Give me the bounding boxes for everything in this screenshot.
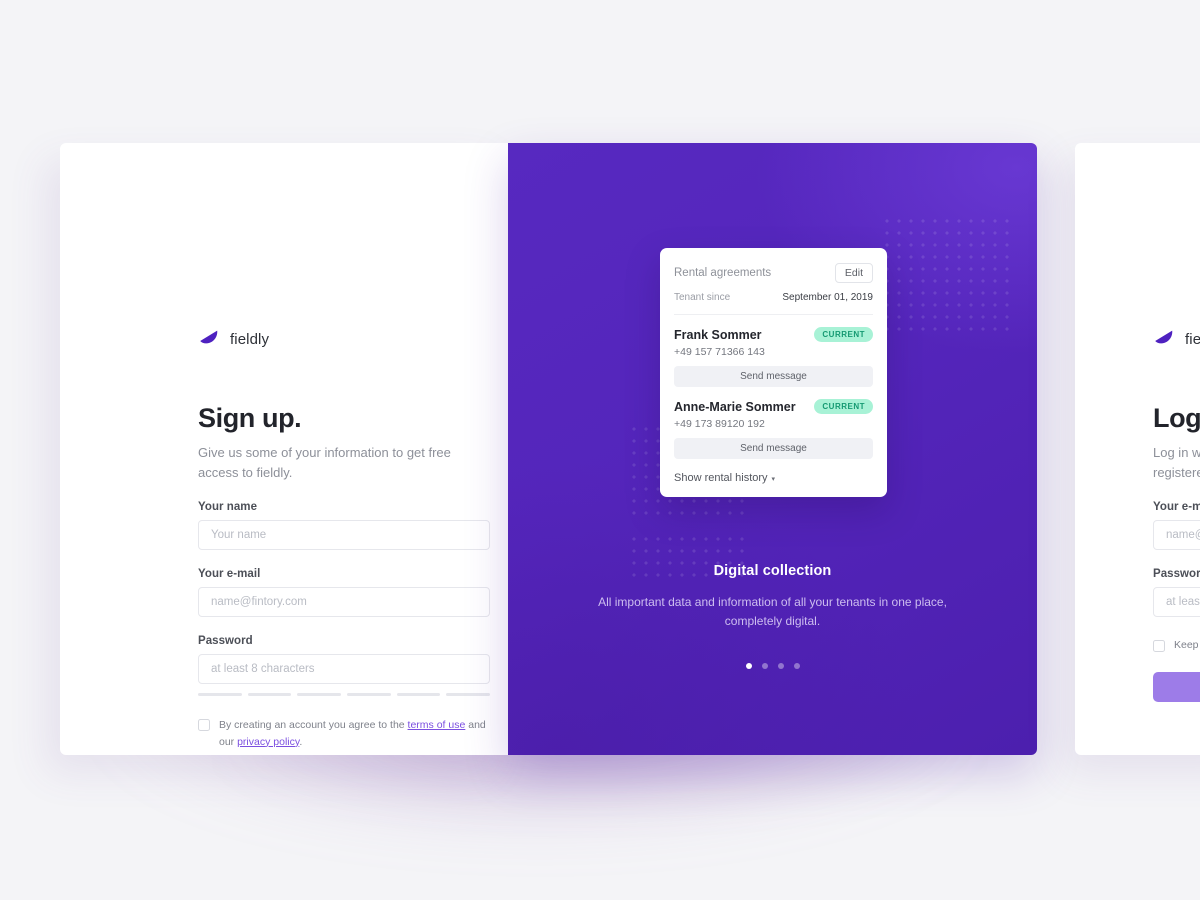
name-input[interactable] <box>198 520 490 550</box>
login-email-input[interactable] <box>1153 520 1200 550</box>
promo-panel: Rental agreements Edit Tenant since Sept… <box>508 143 1037 755</box>
card-title: Rental agreements <box>674 267 772 279</box>
terms-text: By creating an account you agree to the … <box>219 717 488 751</box>
strength-segment <box>347 693 391 696</box>
status-badge: CURRENT <box>814 399 873 414</box>
brand-name: fieldly <box>230 330 270 348</box>
carousel-dot-2[interactable] <box>761 663 768 669</box>
tenant-name: Anne-Marie Sommer <box>674 399 796 414</box>
field-password: Password <box>198 635 491 696</box>
login-password-label: Password <box>1153 568 1200 580</box>
tenant-entry: Frank Sommer CURRENT +49 157 71366 143 S… <box>674 327 873 387</box>
name-label: Your name <box>198 501 258 513</box>
login-email-label: Your e-mail <box>1153 501 1200 513</box>
terms-row: By creating an account you agree to the … <box>198 717 488 751</box>
chevron-down-icon: ▾ <box>771 476 776 483</box>
tenant-since-label: Tenant since <box>674 292 731 303</box>
login-brand-logo: fieldly <box>1154 329 1200 349</box>
login-page-subtitle: Log in with your registered <box>1153 445 1200 481</box>
field-email: Your e-mail <box>198 568 490 617</box>
password-input[interactable] <box>198 654 490 684</box>
carousel-dot-4[interactable] <box>793 663 800 669</box>
strength-segment <box>396 693 441 696</box>
fieldly-leaf-icon <box>199 329 219 349</box>
signup-panel: fieldly Sign up. Give us some of your in… <box>60 143 508 755</box>
card-header: Rental agreements Edit <box>674 263 873 283</box>
login-field-password: Password <box>1153 568 1200 617</box>
keep-logged-in-checkbox[interactable] <box>1153 640 1165 652</box>
privacy-policy-link[interactable]: privacy policy <box>237 736 299 748</box>
tenant-since-row: Tenant since September 01, 2019 <box>674 292 873 315</box>
strength-segment <box>198 693 242 696</box>
strength-segment <box>297 693 342 696</box>
keep-logged-in-label: Keep me logged in <box>1174 639 1200 651</box>
send-message-button[interactable]: Send message <box>674 438 873 459</box>
login-password-input[interactable] <box>1153 587 1200 617</box>
tenant-name: Frank Sommer <box>674 327 762 342</box>
terms-checkbox[interactable] <box>198 719 210 731</box>
signup-form: Your name Your e-mail Password <box>198 501 491 755</box>
keep-logged-in-row: Keep me logged in <box>1153 638 1200 652</box>
dot-pattern-top-right <box>881 215 1013 335</box>
password-strength-meter <box>198 693 491 696</box>
show-rental-history-label: Show rental history <box>674 472 768 484</box>
brand-logo: fieldly <box>199 329 269 349</box>
tenant-phone: +49 173 89120 192 <box>674 418 765 430</box>
status-badge: CURRENT <box>814 327 873 342</box>
page-title: Sign up. <box>198 403 302 433</box>
tenant-name-row: Frank Sommer CURRENT <box>674 327 873 342</box>
send-message-button[interactable]: Send message <box>674 366 873 387</box>
terms-text-after: . <box>299 735 303 748</box>
terms-of-use-link[interactable]: terms of use <box>408 719 466 731</box>
show-rental-history-toggle[interactable]: Show rental history ▾ <box>674 472 873 484</box>
carousel-dots <box>508 663 1037 669</box>
login-form: Your e-mail Password Keep me logged in L… <box>1153 501 1200 702</box>
rental-agreements-card: Rental agreements Edit Tenant since Sept… <box>660 248 887 497</box>
page-subtitle: Give us some of your information to get … <box>198 445 451 481</box>
tenant-phone: +49 157 71366 143 <box>674 346 765 358</box>
email-label: Your e-mail <box>198 568 261 580</box>
promo-paragraph: All important data and information of al… <box>598 595 947 629</box>
login-panel: fieldly Log in. Log in with your registe… <box>1075 143 1200 755</box>
strength-segment <box>446 693 491 696</box>
field-name: Your name <box>198 501 490 550</box>
terms-text-before: By creating an account you agree to the <box>219 719 408 731</box>
login-page-title: Log in. <box>1153 403 1200 433</box>
password-label: Password <box>198 635 253 647</box>
tenant-name-row: Anne-Marie Sommer CURRENT <box>674 399 873 414</box>
login-submit-button[interactable]: Log in <box>1153 672 1200 702</box>
tenant-since-value: September 01, 2019 <box>782 292 873 303</box>
login-field-email: Your e-mail <box>1153 501 1200 550</box>
edit-button[interactable]: Edit <box>834 263 873 283</box>
promo-heading: Digital collection <box>713 563 832 579</box>
strength-segment <box>247 693 292 696</box>
screen-stage: fieldly Sign up. Give us some of your in… <box>0 0 1200 900</box>
login-brand-name: fieldly <box>1185 330 1200 348</box>
email-input[interactable] <box>198 587 490 617</box>
carousel-dot-3[interactable] <box>777 663 784 669</box>
tenant-entry: Anne-Marie Sommer CURRENT +49 173 89120 … <box>674 399 873 459</box>
carousel-dot-1[interactable] <box>745 663 752 669</box>
fieldly-leaf-icon <box>1154 329 1174 349</box>
